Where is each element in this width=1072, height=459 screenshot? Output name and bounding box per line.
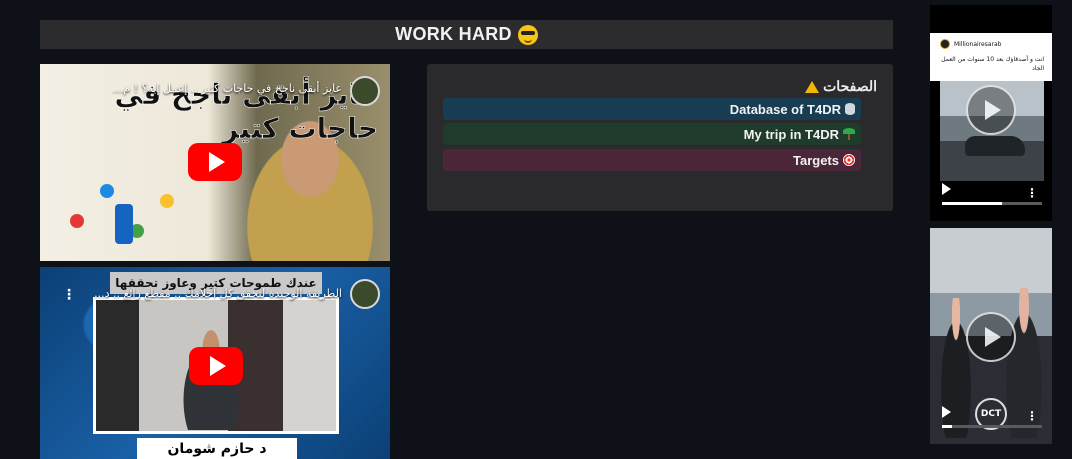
- page-link-my-trip[interactable]: My trip in T4DR: [443, 123, 861, 145]
- video-progress-fill: [942, 425, 952, 428]
- video-embed-1[interactable]: عايز أبقى ناجح في حاجات كتير عايز أبقى ن…: [40, 64, 390, 261]
- youtube-play-icon[interactable]: [189, 347, 243, 385]
- page-link-database[interactable]: Database of T4DR: [443, 98, 861, 120]
- play-icon[interactable]: [966, 312, 1016, 362]
- pages-heading-label: الصفحات: [823, 78, 877, 94]
- car-image: [965, 136, 1025, 156]
- person-image: [1000, 288, 1048, 438]
- video-embed-2[interactable]: عندك طموحات كتير وعاوز تحققها الطريقة ال…: [40, 267, 390, 459]
- short-channel[interactable]: Millionairesarab: [940, 39, 1001, 49]
- database-icon: [845, 103, 855, 115]
- short-caption: انت و أصدقاؤك بعد 10 سنوات من العمل الجا…: [941, 56, 1044, 72]
- page-link-label: Database of T4DR: [729, 101, 841, 117]
- video-title[interactable]: عايز أبقى ناجح في حاجات كتير .. إعمل إيه…: [113, 82, 342, 95]
- page-link-label: Targets: [793, 152, 839, 168]
- pages-heading: الصفحات: [805, 78, 877, 95]
- target-icon: [843, 154, 855, 166]
- short-video-1[interactable]: Millionairesarab انت و أصدقاؤك بعد 10 سن…: [930, 5, 1052, 221]
- sunglasses-face-icon: [517, 24, 538, 45]
- youtube-play-icon[interactable]: [188, 143, 242, 181]
- speaker-name: د حازم شومان: [137, 438, 297, 459]
- channel-avatar[interactable]: [350, 76, 380, 106]
- more-options-icon[interactable]: ⋮: [1026, 410, 1038, 422]
- more-options-icon[interactable]: ⋮: [62, 287, 76, 303]
- play-icon[interactable]: [966, 85, 1016, 135]
- video-progress-fill: [942, 202, 1002, 205]
- channel-avatar: [940, 39, 950, 49]
- video-thumbnail-illustration: [60, 174, 200, 254]
- video-title[interactable]: الطريقة الوحيدة لتحقق كل أحلامك .. مقطع …: [94, 287, 342, 300]
- channel-avatar[interactable]: [350, 279, 380, 309]
- play-control-icon[interactable]: [942, 183, 951, 195]
- video-progress-bar[interactable]: [942, 425, 1042, 428]
- video-progress-bar[interactable]: [942, 202, 1042, 205]
- short-video-2[interactable]: DCT ⋮: [930, 228, 1052, 444]
- play-control-icon[interactable]: [942, 406, 951, 418]
- pages-card: الصفحات Database of T4DR My trip in T4DR…: [427, 64, 893, 211]
- more-options-icon[interactable]: ⋮: [1026, 187, 1038, 199]
- short-channel-name: Millionairesarab: [954, 40, 1002, 48]
- page-header: WORK HARD: [40, 20, 893, 49]
- palm-tree-icon: [843, 128, 855, 140]
- page-title: WORK HARD: [395, 24, 512, 44]
- page-link-label: My trip in T4DR: [743, 126, 839, 142]
- warning-icon: [805, 80, 820, 93]
- page-link-targets[interactable]: Targets: [443, 149, 861, 171]
